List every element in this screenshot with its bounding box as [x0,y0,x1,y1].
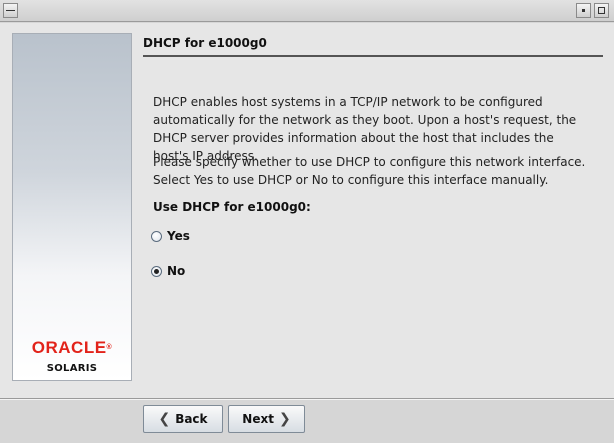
radio-yes[interactable]: Yes [151,228,190,244]
instruction-paragraph: Please specify whether to use DHCP to co… [153,155,586,187]
next-button[interactable]: Next ❯ [228,405,305,433]
back-button[interactable]: ❮ Back [143,405,223,433]
oracle-logo: ORACLE® [31,338,113,357]
next-button-label: Next [242,412,274,426]
window-titlebar [0,0,614,22]
page-title: DHCP for e1000g0 [143,36,267,50]
window-menu-icon[interactable] [3,3,18,18]
chevron-right-icon: ❯ [278,411,291,427]
maximize-icon[interactable] [594,3,609,18]
minimize-icon[interactable] [576,3,591,18]
solaris-label: SOLARIS [46,363,98,374]
wizard-sidebar: ORACLE® SOLARIS [12,33,132,381]
chevron-left-icon: ❮ [158,411,171,427]
radio-no-label[interactable]: No [167,264,185,278]
back-button-label: Back [175,412,208,426]
oracle-solaris-logo: ORACLE® SOLARIS [13,338,131,375]
footer-divider-highlight [0,399,614,400]
dhcp-question: Use DHCP for e1000g0: [153,200,311,214]
title-divider [143,55,603,57]
radio-no-button[interactable] [151,265,162,277]
wizard-content: ORACLE® SOLARIS DHCP for e1000g0 DHCP en… [0,23,614,398]
radio-yes-button[interactable] [151,230,162,242]
radio-yes-label[interactable]: Yes [167,229,190,243]
radio-no[interactable]: No [151,263,185,279]
